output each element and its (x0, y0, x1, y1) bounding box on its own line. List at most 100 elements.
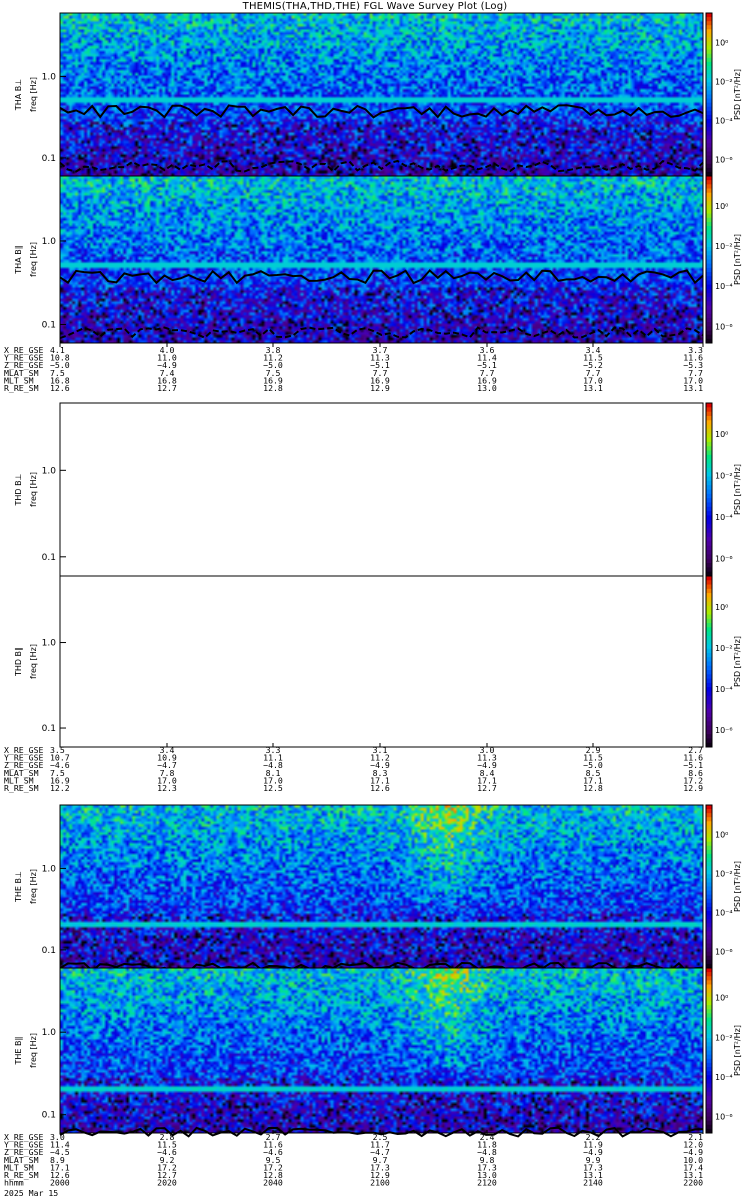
colorbar-swatch (706, 403, 712, 408)
colorbar-swatch (706, 725, 712, 731)
colorbar-swatch (706, 972, 712, 977)
colorbar-swatch (706, 437, 712, 443)
colorbar-tick-label: 10⁰ (715, 994, 728, 1003)
colorbar-swatch (706, 446, 712, 452)
colorbar-swatch (706, 906, 712, 912)
colorbar-swatch (706, 284, 712, 290)
colorbar-swatch (706, 498, 712, 503)
colorbar: 10⁰ 10⁻² 10⁻⁴ 10⁻⁶ PSD [nT²/Hz] (705, 575, 742, 748)
wave-survey-figure: 0.1 1.0 THA B⊥ freq [Hz] 10⁰ 10⁻² 10⁻⁴ 10⁻⁶ PSD … (4, 12, 742, 1198)
colorbar-swatch (706, 167, 712, 173)
colorbar-swatch (706, 21, 712, 26)
colorbar-swatch (706, 288, 712, 294)
colorbar-swatch (706, 1120, 712, 1126)
colorbar-tick-label: 10⁻⁴ (715, 909, 733, 918)
colorbar-swatch (706, 1087, 712, 1093)
ephemeris-value: 12.7 (477, 783, 497, 793)
colorbar-swatch (706, 246, 712, 252)
y-tick-label: 0.1 (42, 553, 56, 563)
colorbar-swatch (706, 1029, 712, 1035)
colorbar-swatch (706, 251, 712, 256)
colorbar-swatch (706, 17, 712, 22)
colorbar-swatch (706, 870, 712, 875)
colorbar-swatch (706, 65, 712, 71)
colorbar-swatch (706, 825, 712, 830)
ephemeris-value: 2120 (477, 1178, 497, 1188)
colorbar-swatch (706, 118, 712, 124)
colorbar-tick-label: 10⁻² (715, 1033, 733, 1042)
colorbar-swatch (706, 528, 712, 534)
colorbar-swatch (706, 201, 712, 206)
colorbar-swatch (706, 886, 712, 892)
colorbar-tick-label: 10⁰ (715, 202, 728, 211)
colorbar-swatch (706, 205, 712, 210)
colorbar-swatch (706, 305, 712, 311)
colorbar-tick-label: 10⁰ (715, 38, 728, 47)
colorbar: 10⁰ 10⁻² 10⁻⁴ 10⁻⁶ PSD [nT²/Hz] (705, 967, 742, 1134)
colorbar-swatch (706, 576, 712, 581)
colorbar-swatch (706, 845, 712, 851)
ephemeris-value: 2000 (50, 1178, 70, 1188)
colorbar-swatch (706, 618, 712, 624)
colorbar-swatch (706, 238, 712, 244)
colorbar-swatch (706, 996, 712, 1002)
colorbar-swatch (706, 691, 712, 697)
colorbar-swatch (706, 476, 712, 482)
colorbar-swatch (706, 652, 712, 658)
colorbar-swatch (706, 712, 712, 718)
colorbar-swatch (706, 721, 712, 727)
colorbar-swatch (706, 454, 712, 460)
colorbar-swatch (706, 580, 712, 586)
colorbar-swatch (706, 459, 712, 465)
colorbar-swatch (706, 330, 712, 336)
colorbar-swatch (706, 485, 712, 490)
colorbar-swatch (706, 163, 712, 169)
y-axis-label: THE B⊥ (14, 871, 23, 903)
colorbar-swatch (706, 407, 712, 413)
colorbar-swatch (706, 902, 712, 908)
colorbar-swatch (706, 226, 712, 231)
colorbar-tick-label: 10⁻⁴ (715, 513, 733, 522)
colorbar-swatch (706, 708, 712, 714)
colorbar-swatch (706, 584, 712, 590)
colorbar-swatch (706, 1116, 712, 1122)
colorbar: 10⁰ 10⁻² 10⁻⁴ 10⁻⁶ PSD [nT²/Hz] (705, 402, 742, 577)
colorbar-swatch (706, 242, 712, 248)
colorbar-label: PSD [nT²/Hz] (733, 636, 742, 687)
colorbar-swatch (706, 1042, 712, 1047)
colorbar-swatch (706, 682, 712, 688)
y-tick-label: 1.0 (42, 864, 57, 874)
colorbar-swatch (706, 424, 712, 430)
colorbar-swatch (706, 935, 712, 940)
colorbar-swatch (706, 334, 712, 340)
colorbar-swatch (706, 415, 712, 421)
colorbar-tick-label: 10⁻⁶ (715, 156, 733, 165)
colorbar-label: PSD [nT²/Hz] (733, 234, 742, 285)
colorbar-swatch (706, 49, 712, 55)
colorbar-swatch (706, 192, 712, 198)
colorbar-swatch (706, 180, 712, 185)
y-tick-label: 0.1 (42, 320, 56, 330)
colorbar-swatch (706, 188, 712, 194)
colorbar-swatch (706, 1017, 712, 1023)
y-axis-unit: freq [Hz] (29, 644, 38, 679)
ephemeris-value: 13.1 (583, 383, 603, 393)
colorbar-swatch (706, 506, 712, 512)
colorbar-swatch (706, 411, 712, 417)
colorbar-tick-label: 10⁻⁶ (715, 726, 733, 735)
y-axis-label: THA B⊥ (14, 79, 23, 111)
colorbar-swatch (706, 1108, 712, 1113)
ephemeris-value: 2100 (370, 1178, 390, 1188)
colorbar-swatch (706, 817, 712, 822)
colorbar-tick-label: 10⁻² (715, 77, 733, 86)
colorbar-swatch (706, 717, 712, 722)
colorbar-swatch (706, 1001, 712, 1006)
colorbar-swatch (706, 106, 712, 112)
colorbar-swatch (706, 98, 712, 104)
colorbar-swatch (706, 597, 712, 603)
ephemeris-block-3: X_RE_GSE 3.0 2.8 2.7 2.5 2.4 2.2 2.1Y_RE_GSE 11.… (4, 1130, 704, 1188)
colorbar-swatch (706, 984, 712, 990)
y-axis-label: THD B∥ (14, 647, 23, 677)
colorbar-tick-label: 10⁻² (715, 242, 733, 251)
colorbar-swatch (706, 1054, 712, 1060)
